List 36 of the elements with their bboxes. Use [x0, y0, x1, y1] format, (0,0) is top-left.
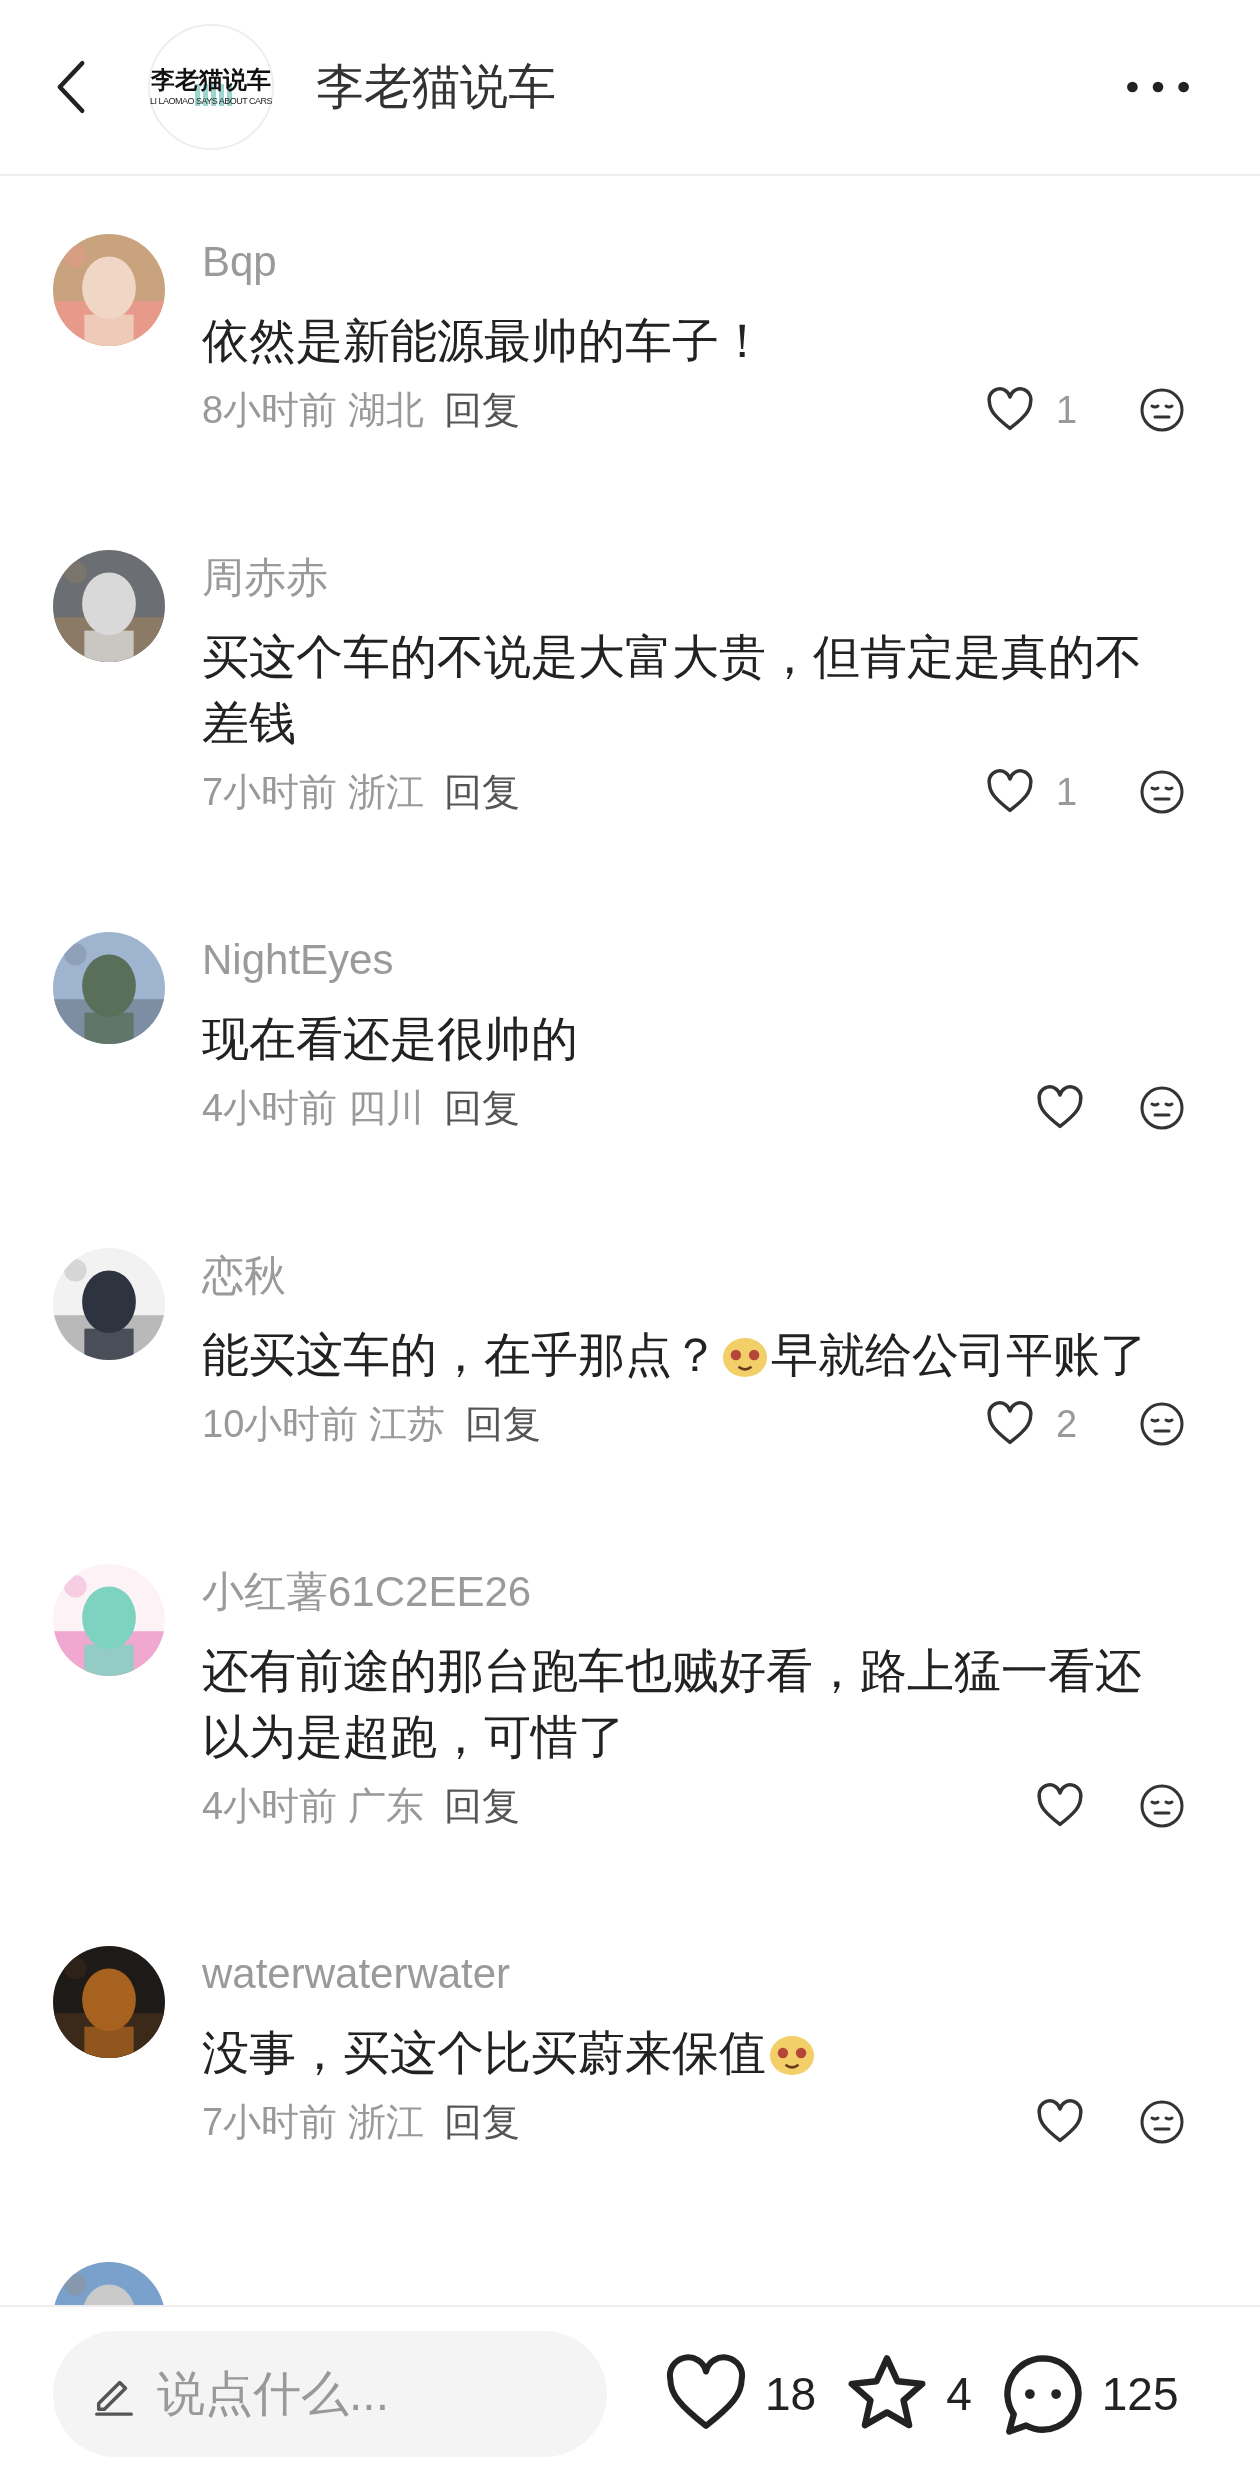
comment-text: 没事，买这个比买蔚来保值	[202, 2020, 1186, 2086]
neutral-face-icon[interactable]	[1138, 768, 1186, 816]
more-icon[interactable]	[1126, 80, 1190, 94]
comment-meta: 4小时前 广东	[202, 1783, 424, 1829]
reply-link[interactable]: 回复	[443, 384, 520, 436]
comment-input[interactable]: 说点什么...	[53, 2330, 607, 2457]
like-count: 1	[1056, 388, 1079, 432]
like-count: 18	[765, 2366, 817, 2421]
neutral-face-icon[interactable]	[1138, 1400, 1186, 1448]
logo-subtitle: LI LAOMAO SAYS ABOUT CARS	[149, 96, 273, 106]
logo-title: 李老猫说车	[151, 68, 271, 92]
comment-count: 125	[1101, 2366, 1179, 2421]
neutral-face-icon[interactable]	[1138, 1084, 1186, 1132]
comment-meta: 10小时前 江苏	[202, 1401, 445, 1447]
comment-meta: 8小时前 湖北	[202, 387, 424, 433]
comment-text: 买这个车的不说是大富大贵，但肯定是真的不差钱	[202, 629, 1143, 751]
comment-text: 依然是新能源最帅的车子！	[202, 313, 767, 369]
like-count: 1	[1056, 770, 1079, 814]
comment-meta: 7小时前 浙江	[202, 2099, 424, 2145]
channel-title: 李老猫说车	[316, 59, 557, 115]
reply-link[interactable]: 回复	[464, 1398, 541, 1450]
comment-text: 能买这车的，在乎那点？ 早就给公司平账了	[202, 1327, 1148, 1383]
reply-link[interactable]: 回复	[443, 1780, 520, 1832]
comment-text: 现在看还是很帅的	[202, 1011, 579, 1067]
neutral-face-icon[interactable]	[1138, 1782, 1186, 1830]
favorite-count: 4	[946, 2366, 972, 2421]
neutral-face-icon[interactable]	[1138, 2098, 1186, 2146]
comment-text: 还有前途的那台跑车也贼好看，路上猛一看还以为是超跑，可惜了	[202, 1643, 1143, 1765]
comment-meta: 4小时前 四川	[202, 1085, 424, 1131]
comment-meta: 7小时前 浙江	[202, 769, 424, 815]
like-count: 2	[1056, 1402, 1079, 1446]
channel-logo[interactable]: 李老猫说车 LI LAOMAO SAYS ABOUT CARS	[148, 24, 274, 150]
reply-link[interactable]: 回复	[443, 766, 520, 818]
reply-link[interactable]: 回复	[443, 2096, 520, 2148]
neutral-face-icon[interactable]	[1138, 386, 1186, 434]
reply-link[interactable]: 回复	[443, 1082, 520, 1134]
